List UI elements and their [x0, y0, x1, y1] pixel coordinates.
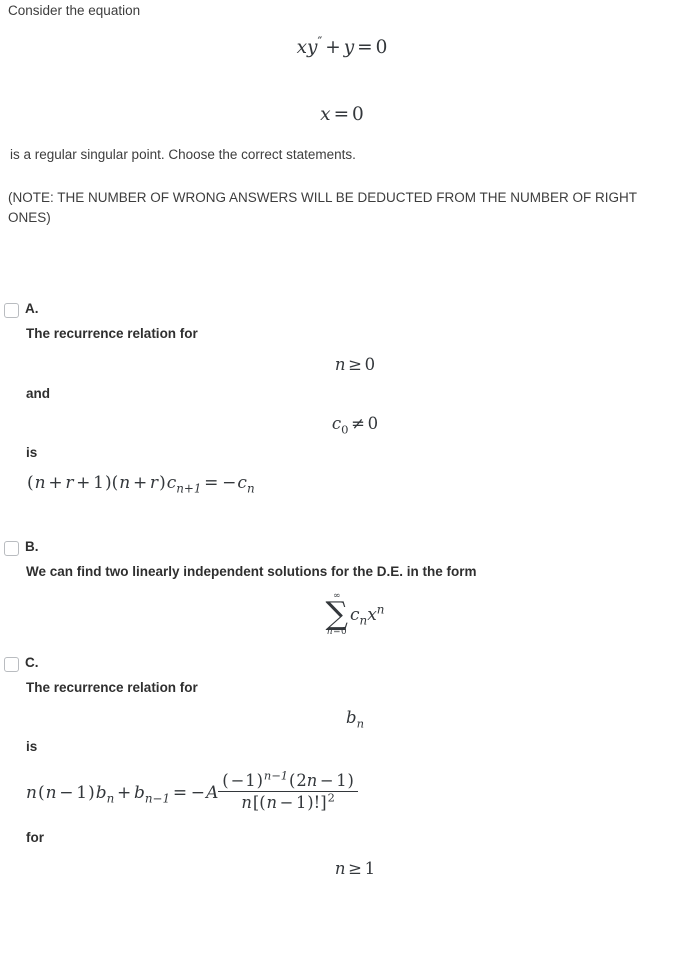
option-a-header[interactable]: A. [0, 301, 684, 319]
option-c[interactable]: C. The recurrence relation for bn is n(n… [0, 655, 684, 878]
checkbox-option-a[interactable] [4, 303, 19, 319]
option-a-math-recurrence: (n + r +1)(n + r)cn+1 = −cn [27, 473, 255, 496]
option-a-letter: A. [25, 301, 39, 317]
fraction: (−1)n−1(2n −1) n[(n −1)!]2 [218, 770, 358, 813]
option-a-text-1: The recurrence relation for [26, 326, 198, 342]
option-c-text-2: is [26, 739, 38, 755]
question-stem: Consider the equation xy″ + y = 0 x = 0 is a r… [0, 0, 684, 229]
option-c-text-3: for [26, 830, 44, 846]
fraction-denominator: n[(n −1)!]2 [241, 791, 335, 813]
option-b-body: We can find two linearly independent sol… [0, 556, 684, 637]
stem-intro-text: Consider the equation [8, 3, 141, 18]
options-list: A. The recurrence relation for n ≥0 and c… [0, 301, 684, 878]
option-a-text-3: is [26, 444, 38, 460]
fraction-numerator: (−1)n−1(2n −1) [218, 770, 358, 793]
option-a-text-2: and [26, 385, 51, 401]
checkbox-option-b[interactable] [4, 541, 19, 557]
option-b-math-series: ∞ ∑ n=0 cnxn [26, 592, 684, 637]
option-b-letter: B. [25, 539, 39, 555]
question-page: Consider the equation xy″ + y = 0 x = 0 is a r… [0, 0, 684, 977]
option-c-body: The recurrence relation for bn is n(n −1)… [0, 672, 684, 878]
option-c-math-bn: bn [346, 708, 364, 731]
option-a[interactable]: A. The recurrence relation for n ≥0 and c… [0, 301, 684, 496]
equation-differential: xy″ + y = 0 [296, 35, 388, 59]
option-c-math-recurrence: n(n −1)bn + bn−1 = −A(−1)n−1(2n −1) n[(n −1)!]2 [0, 770, 684, 813]
option-b-text-1: We can find two linearly independent sol… [26, 564, 477, 580]
checkbox-option-c[interactable] [4, 656, 19, 672]
option-a-math-n-ge-0: n ≥0 [334, 354, 376, 374]
stem-note-text: (NOTE: THE NUMBER OF WRONG ANSWERS WILL … [8, 189, 637, 226]
option-a-math-c0-ne-0: c0 ≠ 0 [331, 413, 379, 437]
option-b[interactable]: B. We can find two linearly independent … [0, 539, 684, 637]
stem-after-text: is a regular singular point. Choose the … [10, 147, 356, 163]
summation-lower-limit: n=0 [326, 627, 347, 638]
equation-singular-point: x = 0 [320, 104, 364, 126]
option-c-math-n-ge-1: n ≥1 [334, 858, 376, 878]
option-c-letter: C. [25, 654, 39, 670]
option-a-body: The recurrence relation for n ≥0 and c0 ≠ 0… [0, 318, 684, 496]
option-c-header[interactable]: C. [0, 655, 684, 672]
summation-summand: cnxn [349, 602, 385, 628]
summation-sigma-glyph: ∑ [325, 596, 348, 633]
summation-operator: ∞ ∑ n=0 [326, 592, 348, 637]
option-b-header[interactable]: B. [0, 539, 684, 557]
option-c-text-1: The recurrence relation for [26, 679, 198, 695]
